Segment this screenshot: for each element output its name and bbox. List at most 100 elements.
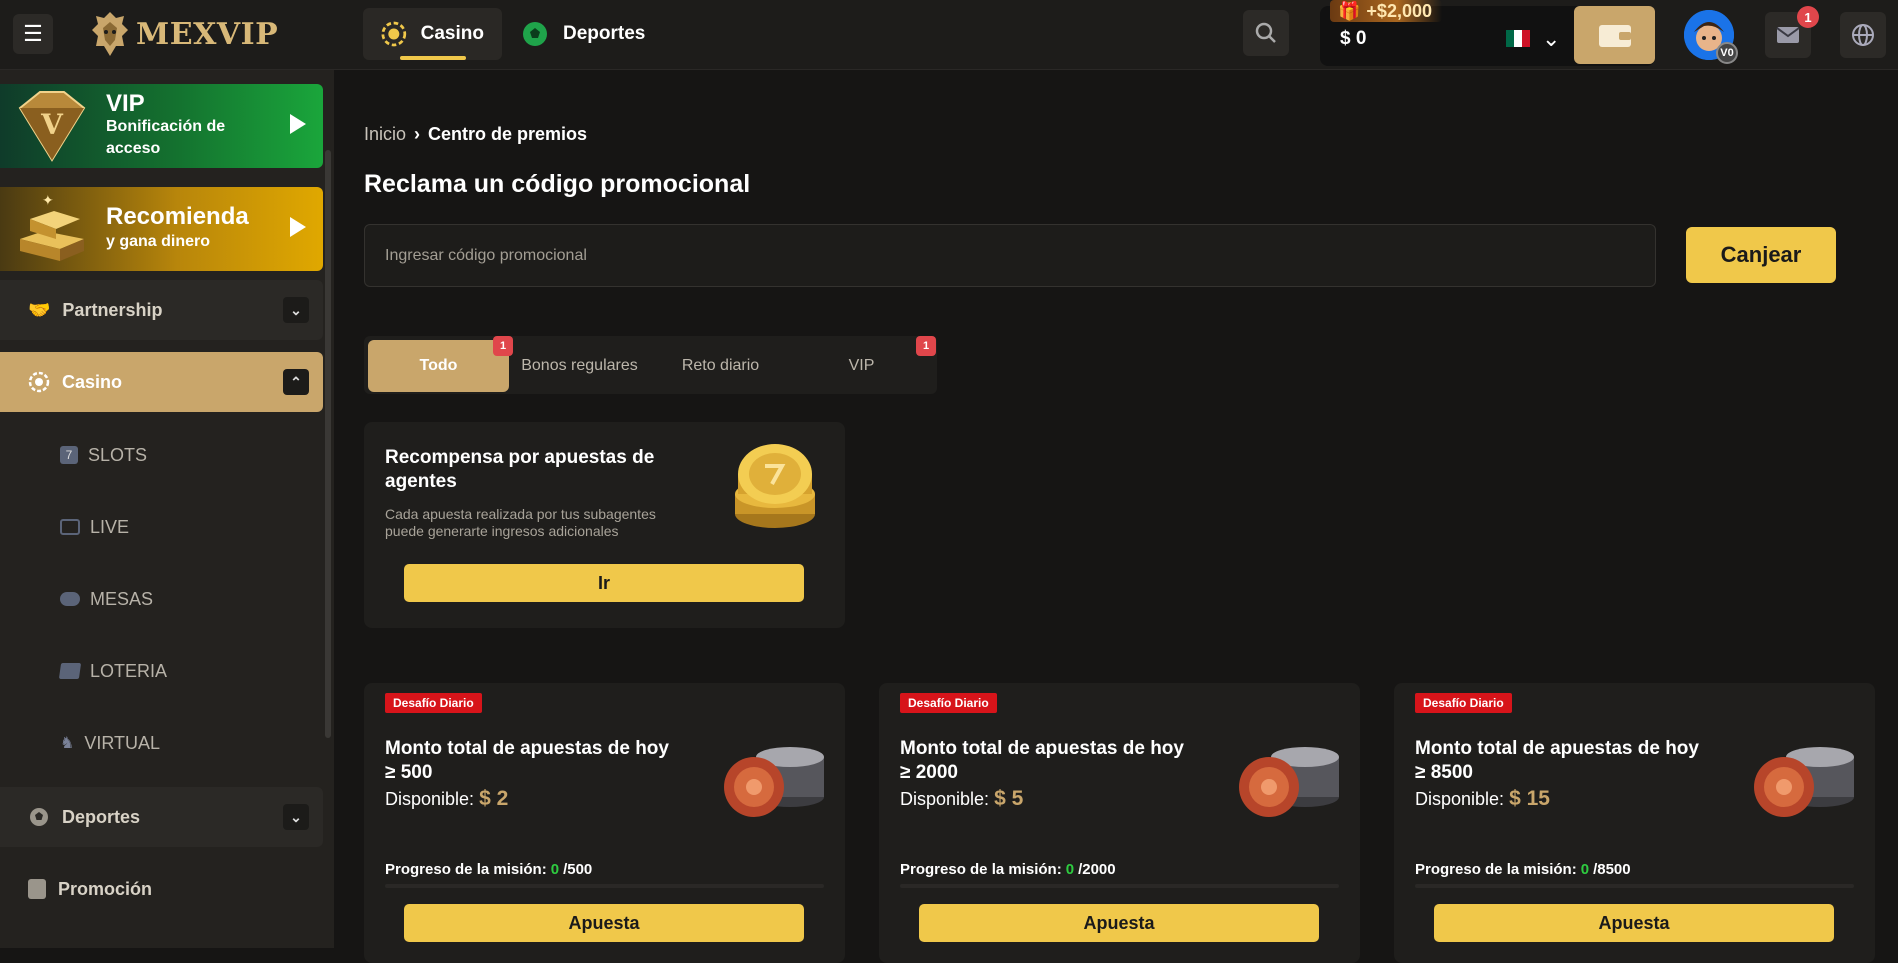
play-arrow-icon: [290, 114, 306, 134]
slots-icon: 7: [60, 446, 78, 464]
chevron-down-icon[interactable]: ⌄: [283, 804, 309, 830]
nav-tab-casino[interactable]: Casino: [363, 8, 502, 60]
sidebar-item-promocion[interactable]: Promoción: [0, 859, 323, 919]
tab-badge: 1: [916, 336, 936, 356]
vip-promo-title: VIP: [106, 90, 145, 117]
sidebar-item-label: Casino: [62, 371, 123, 392]
tab-bonos-regulares[interactable]: Bonos regulares: [509, 340, 650, 392]
svg-text:V: V: [40, 108, 64, 141]
vip-promo-subtitle-2: acceso: [106, 140, 161, 157]
mail-count-badge: 1: [1797, 6, 1819, 28]
gold-bars-icon: ✦: [20, 192, 84, 261]
tab-label: VIP: [848, 357, 875, 374]
challenge-available: Disponible: $ 15: [1415, 787, 1550, 811]
sidebar-subitem-loteria[interactable]: LOTERIA: [58, 656, 167, 686]
mail-icon: [1776, 27, 1800, 43]
agent-card-description: Cada apuesta realizada por tus subagente…: [385, 506, 656, 539]
bet-button[interactable]: Apuesta: [404, 904, 804, 942]
nav-tab-deportes[interactable]: Deportes: [503, 8, 663, 60]
challenge-title-line1: Monto total de apuestas de hoy: [1415, 738, 1699, 759]
bet-button[interactable]: Apuesta: [1434, 904, 1834, 942]
sidebar-scrollbar[interactable]: [325, 150, 331, 738]
tab-label: Reto diario: [681, 357, 760, 374]
challenge-title-line2: ≥ 500: [385, 762, 433, 783]
progress-target: /500: [563, 861, 593, 878]
chevron-down-icon[interactable]: ⌄: [1542, 26, 1560, 52]
handshake-icon: 🤝: [28, 299, 51, 320]
bonus-amount: +$2,000: [1366, 0, 1432, 21]
challenge-card: Desafío Diario Monto total de apuestas d…: [364, 683, 845, 963]
tab-todo[interactable]: Todo 1: [368, 336, 513, 392]
top-bar: ☰ MEXVIP Casino Deportes 🎁 +$2,000 $ 0 ⌄…: [0, 0, 1898, 70]
sidebar-subitem-label: SLOTS: [88, 444, 148, 465]
progress-bar: [1415, 884, 1854, 888]
balance: $ 0: [1340, 28, 1367, 49]
hamburger-menu-icon[interactable]: ☰: [13, 14, 53, 54]
mexico-flag-icon[interactable]: [1506, 30, 1530, 47]
gold-coins-icon: [735, 444, 815, 528]
gift-bag-icon: [28, 879, 46, 899]
progress-bar: [900, 884, 1339, 888]
vip-level-badge: V0: [1716, 42, 1738, 64]
sidebar-item-casino[interactable]: Casino ⌃: [0, 352, 323, 412]
tab-vip[interactable]: VIP 1: [791, 336, 936, 392]
breadcrumb-current: Centro de premios: [428, 124, 588, 144]
challenge-title-line2: ≥ 8500: [1415, 762, 1473, 783]
referral-promo-subtitle: y gana dinero: [106, 233, 211, 250]
sidebar-item-label: Partnership: [62, 299, 163, 320]
available-label: Disponible:: [1415, 789, 1505, 809]
casino-chips-icon: [724, 747, 824, 817]
agent-reward-card: Recompensa por apuestas de agentes Cada …: [364, 422, 845, 628]
sidebar-subitem-label: VIRTUAL: [84, 732, 161, 753]
nav-tab-label: Casino: [420, 23, 484, 44]
agent-go-button[interactable]: Ir: [404, 564, 804, 602]
live-tv-icon: [60, 519, 80, 535]
sidebar-subitem-slots[interactable]: 7 SLOTS: [60, 440, 147, 470]
sidebar-subitem-virtual[interactable]: ♞ VIRTUAL: [60, 728, 160, 758]
vip-promo-card[interactable]: V VIP Bonificación de acceso: [0, 84, 323, 168]
mail-button[interactable]: 1: [1765, 6, 1819, 58]
chevron-right-icon: ›: [414, 124, 421, 144]
search-button[interactable]: [1243, 10, 1289, 56]
chevron-down-icon[interactable]: ⌄: [283, 297, 309, 323]
play-arrow-icon: [290, 217, 306, 237]
casino-chips-icon: [1239, 747, 1339, 817]
gamepad-icon: [60, 592, 80, 606]
breadcrumb: Inicio › Centro de premios: [364, 124, 587, 145]
breadcrumb-home[interactable]: Inicio: [364, 124, 406, 145]
bonus-tag: 🎁 +$2,000: [1330, 0, 1442, 22]
progress-label: Progreso de la misión:: [900, 861, 1062, 878]
promo-code-input[interactable]: [364, 224, 1656, 287]
progress-target: /8500: [1593, 861, 1631, 878]
avatar[interactable]: V0: [1684, 10, 1738, 64]
sidebar-subitem-label: LIVE: [90, 516, 130, 537]
sidebar-item-label: Deportes: [62, 806, 141, 827]
redeem-button[interactable]: Canjear: [1686, 227, 1836, 283]
referral-promo-card[interactable]: ✦ Recomienda y gana dinero: [0, 187, 323, 271]
nav-tab-label: Deportes: [563, 23, 646, 44]
sidebar-subitem-live[interactable]: LIVE: [60, 512, 129, 542]
sidebar-subitem-mesas[interactable]: MESAS: [60, 584, 153, 614]
lottery-ticket-icon: [58, 663, 82, 679]
soccer-ball-icon: [523, 22, 547, 46]
available-label: Disponible:: [900, 789, 990, 809]
language-button[interactable]: [1840, 12, 1886, 58]
sidebar-item-deportes[interactable]: Deportes ⌄: [0, 787, 323, 847]
tab-reto-diario[interactable]: Reto diario: [650, 340, 791, 392]
available-label: Disponible:: [385, 789, 475, 809]
casino-chip-icon: [28, 371, 50, 393]
challenge-title-line1: Monto total de apuestas de hoy: [900, 738, 1184, 759]
vip-diamond-icon: V: [18, 91, 86, 162]
search-icon: [1255, 22, 1276, 43]
logo[interactable]: MEXVIP: [90, 8, 278, 60]
sidebar-item-partnership[interactable]: 🤝 Partnership ⌄: [0, 280, 323, 340]
deposit-button[interactable]: [1574, 6, 1655, 64]
bet-button[interactable]: Apuesta: [919, 904, 1319, 942]
globe-icon: [1852, 24, 1874, 46]
challenge-tag: Desafío Diario: [385, 693, 482, 713]
available-amount: $ 2: [479, 787, 509, 810]
challenge-title: Monto total de apuestas de hoy ≥ 8500: [1415, 737, 1755, 785]
logo-text: MEXVIP: [136, 16, 279, 52]
challenge-title: Monto total de apuestas de hoy ≥ 2000: [900, 737, 1240, 785]
chevron-up-icon[interactable]: ⌃: [283, 369, 309, 395]
